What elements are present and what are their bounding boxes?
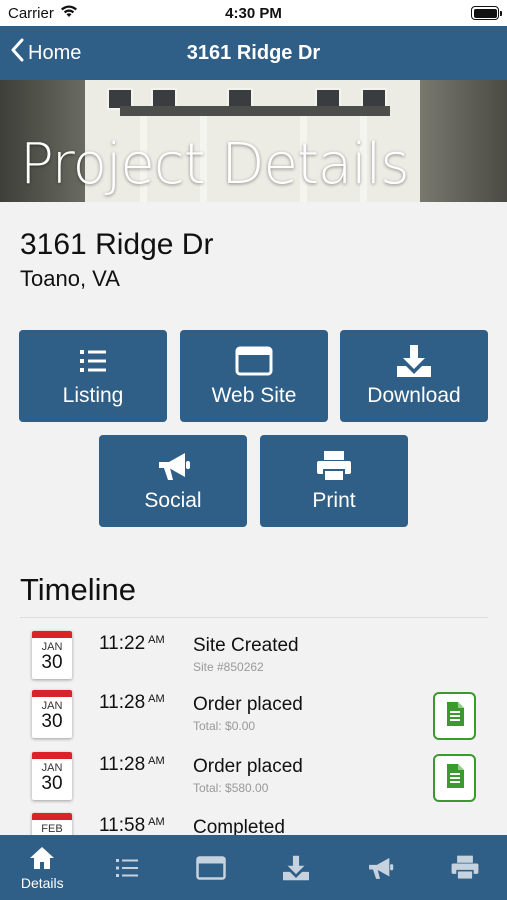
printer-icon bbox=[450, 854, 480, 882]
calendar-month: FEB bbox=[41, 823, 63, 835]
calendar-icon: JAN 30 bbox=[32, 690, 72, 738]
list-icon bbox=[79, 344, 107, 378]
timeline-item: JAN 30 11:22 AM Site Created Site #850262 bbox=[0, 631, 507, 691]
printer-icon bbox=[315, 449, 353, 483]
tab-download[interactable] bbox=[254, 835, 339, 900]
document-icon bbox=[445, 701, 465, 732]
status-bar: Carrier 4:30 PM bbox=[0, 0, 507, 26]
calendar-day: 30 bbox=[41, 652, 63, 673]
tab-details[interactable]: Details bbox=[0, 835, 85, 900]
download-label: Download bbox=[367, 384, 461, 407]
tab-print[interactable] bbox=[423, 835, 507, 900]
hero-title: Project Details bbox=[20, 132, 410, 197]
hero-trees-right bbox=[417, 80, 507, 202]
timeline-heading: Timeline bbox=[20, 572, 136, 607]
receipt-document-button[interactable] bbox=[433, 692, 476, 740]
timeline-title: Order placed bbox=[193, 756, 303, 777]
chevron-left-icon bbox=[10, 38, 24, 68]
tab-bar: Details bbox=[0, 835, 507, 900]
download-icon bbox=[395, 344, 433, 378]
tab-listing[interactable] bbox=[85, 835, 170, 900]
browser-window-icon bbox=[235, 344, 273, 378]
timeline-time: 11:28 AM bbox=[99, 692, 165, 713]
calendar-day: 30 bbox=[41, 711, 63, 732]
timeline-item: JAN 30 11:28 AM Order placed Total: $0.00 bbox=[0, 690, 507, 750]
website-label: Web Site bbox=[211, 384, 297, 407]
megaphone-icon bbox=[155, 449, 191, 483]
receipt-document-button[interactable] bbox=[433, 754, 476, 802]
calendar-icon: JAN 30 bbox=[32, 631, 72, 679]
calendar-day: 30 bbox=[41, 773, 63, 794]
tab-details-label: Details bbox=[20, 875, 64, 891]
megaphone-icon bbox=[366, 854, 394, 882]
social-button[interactable]: Social bbox=[99, 435, 247, 527]
timeline-subtitle: Site #850262 bbox=[193, 660, 264, 674]
back-label: Home bbox=[28, 41, 82, 64]
download-button[interactable]: Download bbox=[340, 330, 488, 422]
battery-icon bbox=[471, 6, 502, 20]
divider bbox=[20, 617, 488, 618]
hero-porch-roof bbox=[120, 106, 390, 116]
address-city: Toano, VA bbox=[20, 266, 120, 291]
timeline-title: Site Created bbox=[193, 635, 299, 656]
listing-button[interactable]: Listing bbox=[19, 330, 167, 422]
timeline-subtitle: Total: $0.00 bbox=[193, 719, 256, 733]
social-label: Social bbox=[144, 489, 202, 512]
tab-social[interactable] bbox=[338, 835, 423, 900]
wifi-icon bbox=[60, 4, 78, 22]
timeline-item: JAN 30 11:28 AM Order placed Total: $580.… bbox=[0, 752, 507, 812]
browser-window-icon bbox=[196, 854, 226, 882]
timeline-title: Order placed bbox=[193, 694, 303, 715]
navigation-bar: Home 3161 Ridge Dr bbox=[0, 26, 507, 80]
address-street: 3161 Ridge Dr bbox=[20, 228, 214, 261]
calendar-icon: JAN 30 bbox=[32, 752, 72, 800]
address-block: 3161 Ridge Dr Toano, VA bbox=[20, 228, 213, 292]
download-icon bbox=[281, 854, 311, 882]
website-button[interactable]: Web Site bbox=[180, 330, 328, 422]
document-icon bbox=[445, 763, 465, 794]
back-button[interactable]: Home bbox=[10, 26, 81, 80]
print-label: Print bbox=[312, 489, 356, 512]
listing-label: Listing bbox=[62, 384, 124, 407]
timeline-time: 11:58 AM bbox=[99, 815, 165, 836]
timeline-subtitle: Total: $580.00 bbox=[193, 781, 269, 795]
hero-banner: Project Details bbox=[0, 80, 507, 202]
print-button[interactable]: Print bbox=[260, 435, 408, 527]
list-icon bbox=[115, 854, 138, 882]
home-icon bbox=[29, 844, 55, 872]
timeline-time: 11:28 AM bbox=[99, 754, 165, 775]
carrier-label: Carrier bbox=[8, 4, 54, 22]
tab-website[interactable] bbox=[169, 835, 254, 900]
timeline-time: 11:22 AM bbox=[99, 633, 165, 654]
